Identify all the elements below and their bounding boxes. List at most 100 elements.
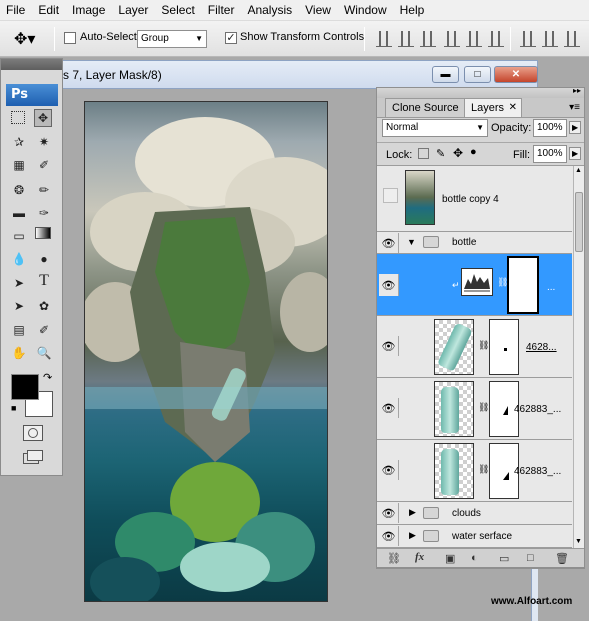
eyedropper-icon[interactable]: ✐ xyxy=(35,156,53,174)
lock-pixels-icon[interactable]: ✎ xyxy=(436,147,445,160)
fx-icon[interactable]: fx xyxy=(415,551,424,563)
distribute-vcenter-icon[interactable] xyxy=(542,31,558,47)
scroll-thumb[interactable] xyxy=(575,192,583,252)
zoom-icon[interactable]: 🔍 xyxy=(35,344,53,362)
eraser-icon[interactable]: ▭ xyxy=(10,227,28,245)
eye-icon[interactable]: 👁 xyxy=(379,460,399,480)
layer-mask-thumbnail[interactable] xyxy=(489,319,519,375)
menu-help[interactable]: Help xyxy=(400,3,425,17)
layer-name[interactable]: 462883_... xyxy=(514,466,561,477)
group-expand-icon[interactable]: ▼ xyxy=(407,237,416,247)
document-canvas[interactable] xyxy=(84,101,328,602)
maximize-button[interactable]: □ xyxy=(464,66,491,83)
scroll-up-icon[interactable]: ▲ xyxy=(575,167,582,174)
chain-link-icon[interactable]: ⛓ xyxy=(478,340,489,351)
chain-link-icon[interactable]: ⛓ xyxy=(478,402,489,413)
menu-select[interactable]: Select xyxy=(161,3,194,17)
align-hcenter-icon[interactable] xyxy=(466,31,482,47)
lock-all-icon[interactable]: ● xyxy=(470,146,477,158)
menu-file[interactable]: File xyxy=(6,3,25,17)
menu-layer[interactable]: Layer xyxy=(118,3,148,17)
eye-icon[interactable]: 👁 xyxy=(379,503,399,523)
pen-icon[interactable]: ➤ xyxy=(10,274,28,292)
default-colors-icon[interactable]: ■ xyxy=(11,403,16,413)
notes-icon[interactable]: ▤ xyxy=(10,321,28,339)
fill-slider-arrow[interactable]: ▶ xyxy=(569,147,582,160)
tab-clone-source[interactable]: Clone Source xyxy=(385,98,466,117)
scroll-down-icon[interactable]: ▼ xyxy=(575,538,582,545)
menu-view[interactable]: View xyxy=(305,3,331,17)
move-tool-preset-icon[interactable]: ✥▾ xyxy=(14,29,35,49)
minimize-button[interactable]: ▬ xyxy=(432,66,459,83)
layer-row[interactable]: 👁 ⛓ 462883_... xyxy=(377,440,572,502)
visibility-toggle[interactable] xyxy=(383,188,398,203)
fill-input[interactable]: 100% xyxy=(533,145,567,163)
layer-row[interactable]: 👁 ▶ clouds xyxy=(377,502,572,525)
healing-brush-icon[interactable]: ❂ xyxy=(10,181,28,199)
quick-mask-icon[interactable] xyxy=(23,425,43,441)
foreground-color-swatch[interactable] xyxy=(11,374,39,400)
align-bottom-icon[interactable] xyxy=(420,31,436,47)
distribute-bottom-icon[interactable] xyxy=(564,31,580,47)
layer-name[interactable]: bottle xyxy=(452,237,476,248)
align-top-icon[interactable] xyxy=(376,31,392,47)
layer-row-selected[interactable]: 👁 ↵ ⛓ ... xyxy=(377,254,572,316)
gradient-icon[interactable] xyxy=(35,227,51,239)
eye-icon[interactable]: 👁 xyxy=(379,274,399,296)
swap-colors-icon[interactable]: ↷ xyxy=(43,371,52,384)
history-brush-icon[interactable]: ✑ xyxy=(35,204,53,222)
layer-row[interactable]: 👁 ⛓ 4628... xyxy=(377,316,572,378)
layer-row[interactable]: 👁 ▼ bottle xyxy=(377,232,572,254)
tools-panel-header[interactable] xyxy=(1,59,62,70)
layer-row[interactable]: 👁 ▶ water serface xyxy=(377,525,572,548)
layer-name[interactable]: 4628... xyxy=(526,342,557,353)
menu-window[interactable]: Window xyxy=(344,3,387,17)
show-transform-checkbox[interactable] xyxy=(225,32,237,44)
align-vcenter-icon[interactable] xyxy=(398,31,414,47)
magic-wand-icon[interactable]: ✷ xyxy=(35,133,53,151)
new-layer-icon[interactable]: □ xyxy=(527,552,534,564)
eye-icon[interactable]: 👁 xyxy=(379,398,399,418)
opacity-input[interactable]: 100% xyxy=(533,119,567,137)
layers-scrollbar[interactable]: ▲ ▼ xyxy=(573,166,584,549)
marquee-icon[interactable] xyxy=(11,111,25,124)
link-icon[interactable]: ⛓ xyxy=(387,552,401,565)
layer-name[interactable]: water serface xyxy=(452,531,512,542)
screen-mode-icon[interactable] xyxy=(23,450,47,466)
tab-layers[interactable]: Layers ✕ xyxy=(464,98,523,117)
menu-image[interactable]: Image xyxy=(72,3,105,17)
path-selection-icon[interactable]: ➤ xyxy=(10,297,28,315)
folder-icon[interactable]: ▭ xyxy=(499,552,509,565)
eye-icon[interactable]: 👁 xyxy=(379,233,399,253)
blend-mode-dropdown[interactable]: Normal ▼ xyxy=(382,119,488,137)
lock-position-icon[interactable]: ✥ xyxy=(453,146,463,160)
lasso-icon[interactable]: ✰ xyxy=(10,133,28,151)
layer-name[interactable]: bottle copy 4 xyxy=(442,194,499,205)
move-icon[interactable]: ✥ xyxy=(34,109,52,127)
crop-icon[interactable]: ▦ xyxy=(10,156,28,174)
align-left-icon[interactable] xyxy=(444,31,460,47)
hand-icon[interactable]: ✋ xyxy=(10,344,28,362)
layer-mask-thumbnail[interactable] xyxy=(507,256,539,314)
eye-icon[interactable]: 👁 xyxy=(379,336,399,356)
chain-link-icon[interactable]: ⛓ xyxy=(478,464,489,475)
group-expand-icon[interactable]: ▶ xyxy=(409,507,416,518)
layer-name[interactable]: ... xyxy=(547,282,555,293)
dodge-icon[interactable]: ● xyxy=(35,250,53,268)
type-icon[interactable]: T xyxy=(35,272,53,290)
menu-edit[interactable]: Edit xyxy=(38,3,59,17)
menu-analysis[interactable]: Analysis xyxy=(247,3,292,17)
auto-select-dropdown[interactable]: Group ▼ xyxy=(137,30,207,48)
layer-row[interactable]: 👁 ⛓ 462883_... xyxy=(377,378,572,440)
close-button[interactable]: ✕ xyxy=(494,66,538,83)
blur-icon[interactable]: 💧 xyxy=(10,250,28,268)
eyedropper2-icon[interactable]: ✐ xyxy=(35,321,53,339)
group-expand-icon[interactable]: ▶ xyxy=(409,530,416,541)
layers-panel-header[interactable]: ▸▸ xyxy=(377,86,584,98)
distribute-top-icon[interactable] xyxy=(520,31,536,47)
menu-filter[interactable]: Filter xyxy=(208,3,235,17)
trash-icon[interactable]: 🗑 xyxy=(555,552,569,565)
lock-transparent-icon[interactable] xyxy=(418,148,429,159)
layer-name[interactable]: clouds xyxy=(452,508,481,519)
auto-select-checkbox[interactable] xyxy=(64,32,76,44)
